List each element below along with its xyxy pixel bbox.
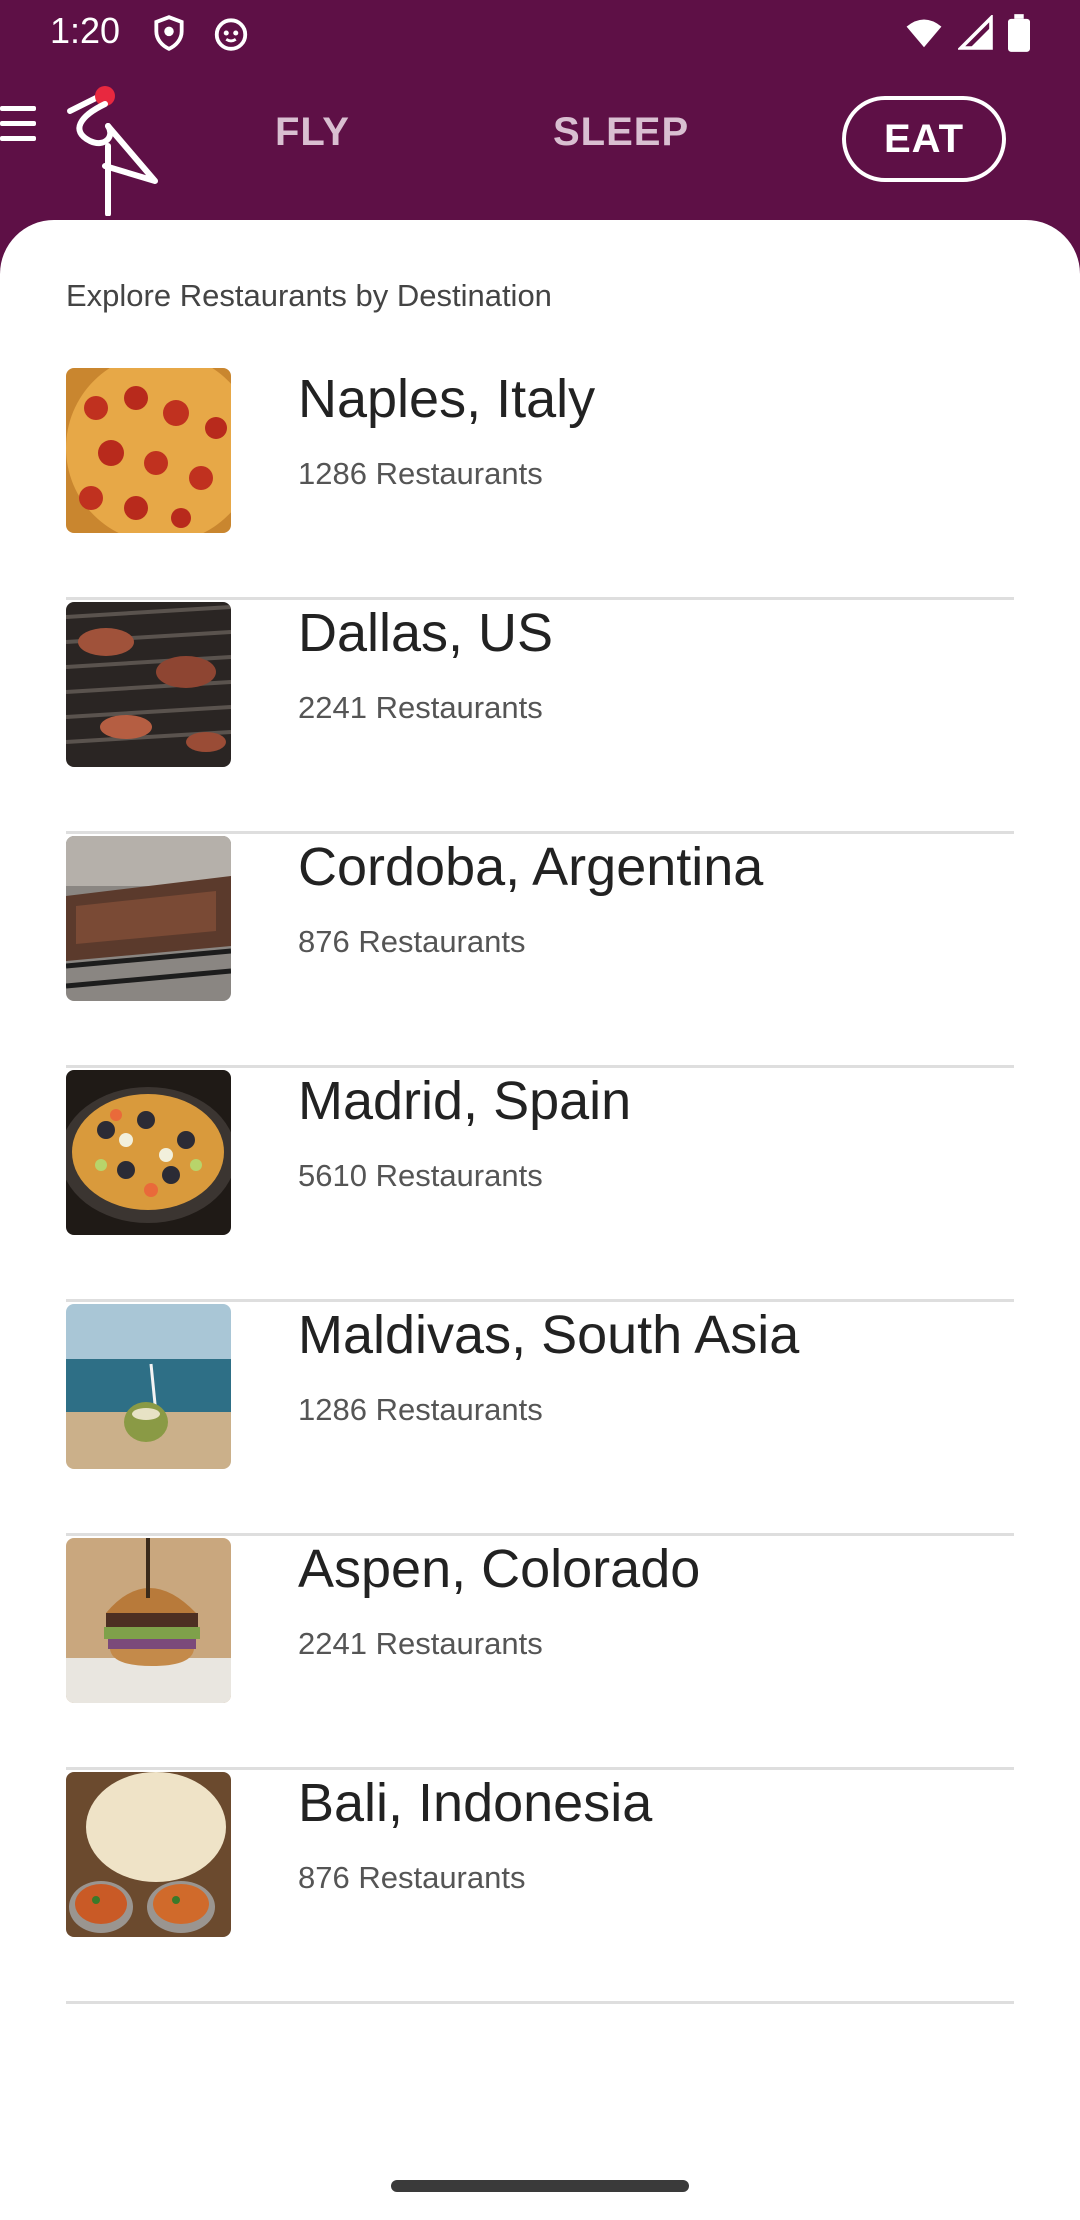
hamburger-menu-icon[interactable] xyxy=(0,106,40,146)
burger-photo xyxy=(66,1538,231,1703)
tab-sleep[interactable]: SLEEP xyxy=(553,110,689,155)
home-indicator[interactable] xyxy=(391,2180,689,2192)
status-time: 1:20 xyxy=(50,10,121,51)
content-sheet: Explore Restaurants by Destination Naple… xyxy=(0,220,1080,2220)
destination-item-bali[interactable]: Bali, Indonesia 876 Restaurants xyxy=(66,1772,1014,2004)
top-navigation: FLY SLEEP EAT xyxy=(0,66,1080,226)
restaurant-count: 876 Restaurants xyxy=(298,1860,526,1895)
wifi-icon xyxy=(904,14,944,57)
destination-name: Aspen, Colorado xyxy=(298,1539,701,1599)
restaurant-count: 2241 Restaurants xyxy=(298,1626,543,1661)
curry-photo xyxy=(66,1772,231,1937)
restaurant-count: 1286 Restaurants xyxy=(298,1392,543,1427)
destination-name: Dallas, US xyxy=(298,603,554,663)
destination-name: Naples, Italy xyxy=(298,369,596,429)
section-title: Explore Restaurants by Destination xyxy=(66,278,552,313)
destination-name: Madrid, Spain xyxy=(298,1071,632,1131)
destination-list: Naples, Italy 1286 Restaurants Dallas, U… xyxy=(66,368,1014,2006)
destination-item-maldivas[interactable]: Maldivas, South Asia 1286 Restaurants xyxy=(66,1304,1014,1536)
restaurant-count: 2241 Restaurants xyxy=(298,690,543,725)
paella-photo xyxy=(66,1070,231,1235)
destination-name: Bali, Indonesia xyxy=(298,1773,653,1833)
asado-photo xyxy=(66,836,231,1001)
brand-logo xyxy=(60,86,160,217)
restaurant-count: 5610 Restaurants xyxy=(298,1158,543,1193)
battery-icon xyxy=(1008,14,1030,57)
status-right-icons xyxy=(904,13,1030,57)
status-bar: 1:20 xyxy=(0,0,1080,66)
destination-item-naples[interactable]: Naples, Italy 1286 Restaurants xyxy=(66,368,1014,600)
tab-eat[interactable]: EAT xyxy=(842,96,1006,182)
restaurant-count: 876 Restaurants xyxy=(298,924,526,959)
cat-face-icon xyxy=(212,14,250,52)
destination-item-madrid[interactable]: Madrid, Spain 5610 Restaurants xyxy=(66,1070,1014,1302)
destination-item-aspen[interactable]: Aspen, Colorado 2241 Restaurants xyxy=(66,1538,1014,1770)
destination-item-cordoba[interactable]: Cordoba, Argentina 876 Restaurants xyxy=(66,836,1014,1068)
beach-coconut-photo xyxy=(66,1304,231,1469)
tab-fly[interactable]: FLY xyxy=(275,110,350,155)
destination-name: Cordoba, Argentina xyxy=(298,837,764,897)
signal-icon xyxy=(956,13,994,56)
destination-name: Maldivas, South Asia xyxy=(298,1305,800,1365)
shield-icon xyxy=(150,14,188,52)
restaurant-count: 1286 Restaurants xyxy=(298,456,543,491)
destination-item-dallas[interactable]: Dallas, US 2241 Restaurants xyxy=(66,602,1014,834)
pizza-photo xyxy=(66,368,231,533)
grill-photo xyxy=(66,602,231,767)
